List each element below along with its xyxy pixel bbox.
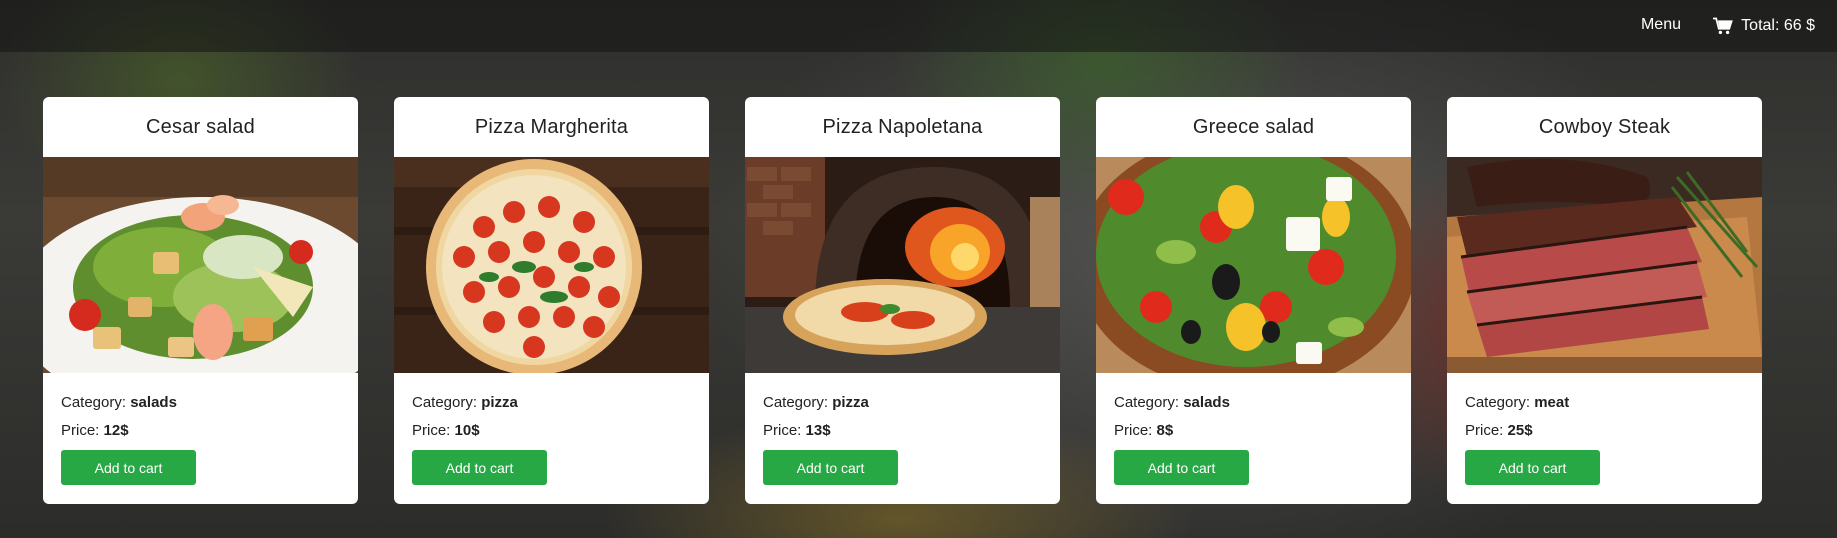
add-to-cart-button[interactable]: Add to cart	[412, 450, 547, 485]
add-to-cart-button[interactable]: Add to cart	[61, 450, 196, 485]
add-to-cart-button[interactable]: Add to cart	[1114, 450, 1249, 485]
product-title: Greece salad	[1192, 115, 1315, 138]
cart-total: Total: 66 $	[1741, 17, 1815, 34]
product-category: Category: pizza	[412, 394, 518, 411]
product-title: Pizza Margherita	[474, 115, 629, 138]
product-title: Cesar salad	[146, 115, 255, 138]
add-to-cart-button[interactable]: Add to cart	[1465, 450, 1600, 485]
product-list: Cesar salad Category: salads Price: 12$ …	[43, 97, 1762, 504]
product-image	[43, 157, 358, 373]
menu-link[interactable]: Menu	[1641, 0, 1681, 52]
product-card: Pizza Margherita Category: pizza Price: …	[394, 97, 709, 504]
product-image	[1096, 157, 1411, 373]
product-card: Greece salad Category: salads Price: 8$ …	[1096, 97, 1411, 504]
product-title: Cowboy Steak	[1538, 115, 1671, 138]
cart-button[interactable]: Total: 66 $	[1713, 0, 1815, 52]
product-price: Price: 25$	[1465, 422, 1533, 439]
product-category: Category: pizza	[763, 394, 869, 411]
product-card: Cowboy Steak Category: meat Price: 25$ A…	[1447, 97, 1762, 504]
shopping-cart-icon	[1713, 17, 1734, 35]
add-to-cart-button[interactable]: Add to cart	[763, 450, 898, 485]
product-title: Pizza Napoletana	[822, 115, 983, 138]
product-price: Price: 13$	[763, 422, 831, 439]
product-card: Cesar salad Category: salads Price: 12$ …	[43, 97, 358, 504]
product-image	[1447, 157, 1762, 373]
product-image	[745, 157, 1060, 373]
product-price: Price: 12$	[61, 422, 129, 439]
product-card: Pizza Napoletana Category: pizza Price: …	[745, 97, 1060, 504]
product-price: Price: 10$	[412, 422, 480, 439]
product-category: Category: salads	[1114, 394, 1230, 411]
top-navbar: Menu Total: 66 $	[0, 0, 1837, 52]
product-image	[394, 157, 709, 373]
product-category: Category: salads	[61, 394, 177, 411]
product-category: Category: meat	[1465, 394, 1570, 411]
product-price: Price: 8$	[1114, 422, 1174, 439]
